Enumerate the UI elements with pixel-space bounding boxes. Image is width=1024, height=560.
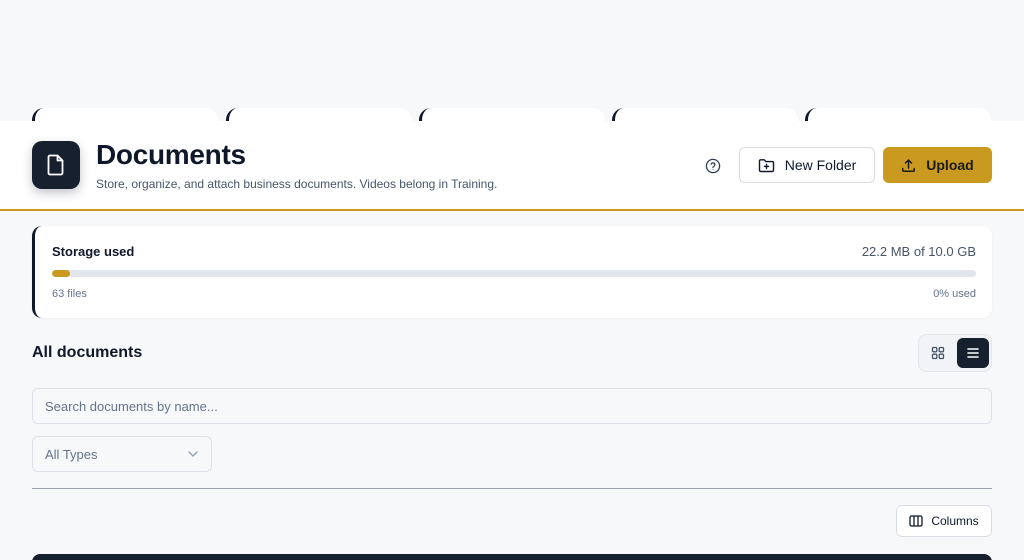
new-folder-button[interactable]: New Folder xyxy=(739,147,875,183)
collapsed-card xyxy=(226,108,412,122)
storage-amount: 22.2 MB of 10.0 GB xyxy=(861,244,976,259)
upload-button[interactable]: Upload xyxy=(883,147,992,183)
storage-label: Storage used xyxy=(52,244,135,259)
page-title: Documents xyxy=(96,139,246,170)
search-input[interactable] xyxy=(32,388,992,424)
type-filter-select[interactable]: All Types xyxy=(32,436,212,472)
collapsed-card xyxy=(32,108,218,122)
collapsed-card xyxy=(419,108,605,122)
collapsed-card-stack xyxy=(32,108,992,122)
type-filter-value: All Types xyxy=(45,446,98,462)
storage-card: Storage used 22.2 MB of 10.0 GB 63 files… xyxy=(32,226,992,318)
documents-table-header xyxy=(32,554,992,560)
storage-percent: 0% used xyxy=(933,288,976,300)
columns-label: Columns xyxy=(931,514,979,528)
collapsed-card xyxy=(612,108,798,122)
grid-icon xyxy=(931,346,945,360)
section-title: All documents xyxy=(32,344,143,361)
view-toggle xyxy=(918,334,992,372)
columns-icon xyxy=(909,515,923,527)
list-icon xyxy=(966,347,980,359)
help-circle-icon[interactable] xyxy=(703,156,723,176)
grid-view-button[interactable] xyxy=(922,338,954,368)
chevron-down-icon xyxy=(187,450,199,458)
page-header: Documents Store, organize, and attach bu… xyxy=(0,121,1024,211)
upload-label: Upload xyxy=(926,157,974,173)
file-icon xyxy=(32,141,80,189)
list-view-button[interactable] xyxy=(957,338,989,368)
divider xyxy=(32,488,992,489)
columns-button[interactable]: Columns xyxy=(896,505,992,537)
page-subtitle: Store, organize, and attach business doc… xyxy=(96,177,498,191)
upload-icon xyxy=(901,158,916,173)
storage-progress-bar xyxy=(52,270,976,277)
collapsed-card xyxy=(805,108,991,122)
storage-file-count: 63 files xyxy=(52,288,87,300)
new-folder-label: New Folder xyxy=(784,157,857,173)
folder-plus-icon xyxy=(758,158,775,173)
storage-progress-fill xyxy=(52,270,71,277)
